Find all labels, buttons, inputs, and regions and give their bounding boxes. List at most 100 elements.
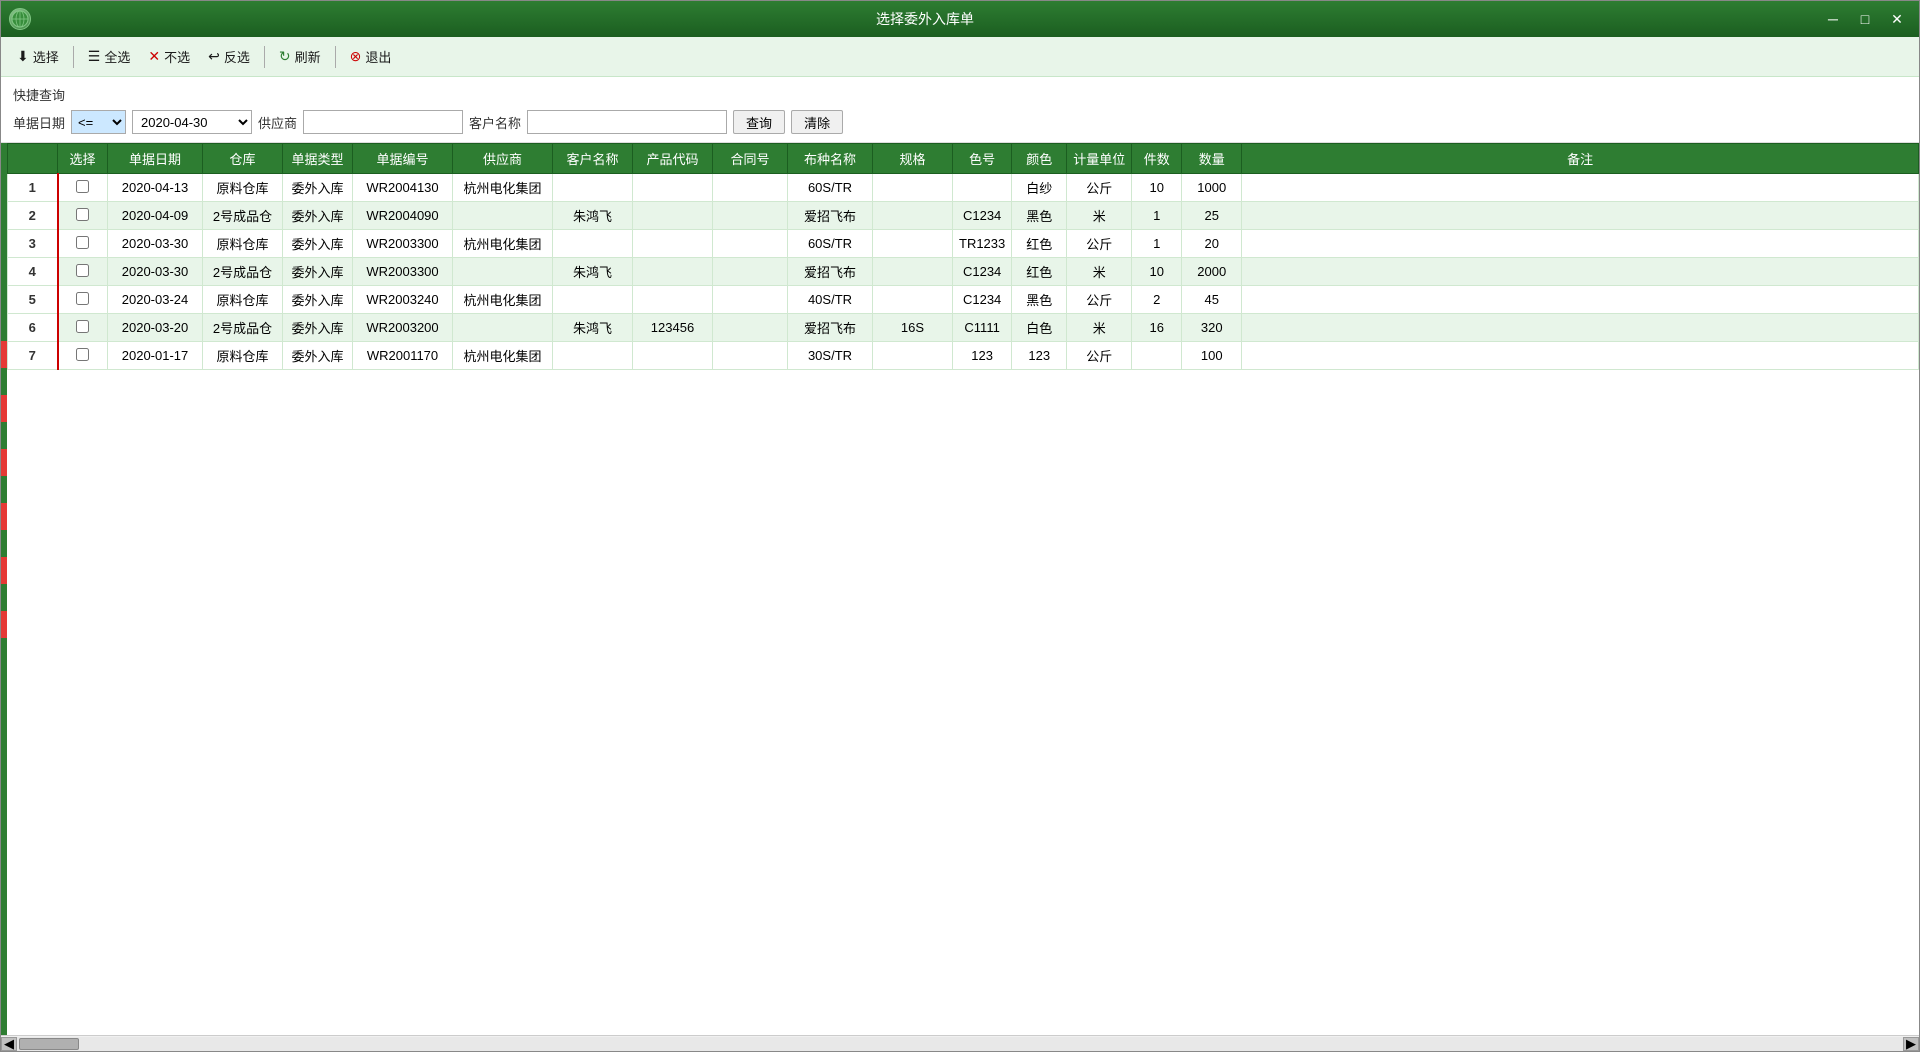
row-number: 2 (8, 202, 58, 230)
row-checkbox[interactable] (76, 320, 89, 333)
row-checkbox[interactable] (76, 292, 89, 305)
row-indicator-4 (1, 503, 7, 530)
row-docno: WR2004090 (353, 202, 453, 230)
row-prodcode (633, 174, 713, 202)
row-qty: 25 (1182, 202, 1242, 230)
selectall-icon: ☰ (88, 48, 101, 65)
row-fabric: 60S/TR (788, 174, 873, 202)
row-unit: 公斤 (1067, 174, 1132, 202)
row-spec (873, 174, 953, 202)
table-scroll-area[interactable]: 选择 单据日期 仓库 单据类型 单据编号 供应商 客户名称 产品代码 合同号 布… (1, 143, 1919, 1035)
query-button[interactable]: 查询 (733, 110, 785, 134)
row-prodcode: 123456 (633, 314, 713, 342)
row-checkbox[interactable] (76, 208, 89, 221)
row-type: 委外入库 (283, 342, 353, 370)
row-contract (713, 258, 788, 286)
row-checkbox[interactable] (76, 264, 89, 277)
invert-button[interactable]: ↩ 反选 (200, 43, 258, 70)
row-customer (553, 174, 633, 202)
row-unit: 米 (1067, 202, 1132, 230)
row-colorcode: C1111 (953, 314, 1012, 342)
maximize-button[interactable]: □ (1851, 8, 1879, 30)
row-warehouse: 原料仓库 (203, 174, 283, 202)
row-spec (873, 202, 953, 230)
scroll-left-button[interactable]: ◀ (1, 1037, 17, 1051)
clear-button[interactable]: 清除 (791, 110, 843, 134)
supplier-input[interactable] (303, 110, 463, 134)
scrollbar-track (17, 1037, 1903, 1051)
selectall-button[interactable]: ☰ 全选 (80, 43, 139, 70)
row-checkbox-cell[interactable] (58, 258, 108, 286)
row-number: 1 (8, 174, 58, 202)
row-checkbox[interactable] (76, 180, 89, 193)
row-checkbox-cell[interactable] (58, 230, 108, 258)
row-color: 123 (1012, 342, 1067, 370)
deselect-button[interactable]: ✕ 不选 (140, 43, 198, 70)
row-date: 2020-03-20 (108, 314, 203, 342)
row-unit: 公斤 (1067, 342, 1132, 370)
row-unit: 米 (1067, 314, 1132, 342)
row-date: 2020-03-30 (108, 230, 203, 258)
row-warehouse: 原料仓库 (203, 230, 283, 258)
scrollbar-thumb[interactable] (19, 1038, 79, 1050)
row-prodcode (633, 342, 713, 370)
separator-3 (335, 46, 336, 68)
select-button[interactable]: ⬇ 选择 (9, 43, 67, 70)
row-remark (1242, 174, 1919, 202)
row-spec (873, 230, 953, 258)
row-checkbox-cell[interactable] (58, 314, 108, 342)
separator-1 (73, 46, 74, 68)
row-qty: 1000 (1182, 174, 1242, 202)
date-value-select[interactable]: 2020-04-30 (132, 110, 252, 134)
row-checkbox-cell[interactable] (58, 202, 108, 230)
deselect-label: 不选 (164, 47, 190, 66)
row-type: 委外入库 (283, 174, 353, 202)
th-fabric: 布种名称 (788, 144, 873, 174)
refresh-button[interactable]: ↻ 刷新 (271, 43, 329, 70)
row-prodcode (633, 258, 713, 286)
date-operator-select[interactable]: <= >= = < > (71, 110, 126, 134)
row-type: 委外入库 (283, 258, 353, 286)
row-prodcode (633, 286, 713, 314)
close-button[interactable]: ✕ (1883, 8, 1911, 30)
scroll-right-button[interactable]: ▶ (1903, 1037, 1919, 1051)
toolbar: ⬇ 选择 ☰ 全选 ✕ 不选 ↩ 反选 ↻ 刷新 ⊗ 退出 (1, 37, 1919, 77)
row-checkbox[interactable] (76, 236, 89, 249)
row-color: 白色 (1012, 314, 1067, 342)
row-pieces: 10 (1132, 174, 1182, 202)
th-prodcode: 产品代码 (633, 144, 713, 174)
row-colorcode: C1234 (953, 286, 1012, 314)
row-supplier (453, 258, 553, 286)
horizontal-scrollbar[interactable]: ◀ ▶ (1, 1035, 1919, 1051)
exit-icon: ⊗ (350, 48, 362, 65)
row-checkbox-cell[interactable] (58, 286, 108, 314)
table-container[interactable]: 选择 单据日期 仓库 单据类型 单据编号 供应商 客户名称 产品代码 合同号 布… (1, 143, 1919, 1035)
row-colorcode: C1234 (953, 258, 1012, 286)
th-remark: 备注 (1242, 144, 1919, 174)
select-icon: ⬇ (17, 48, 29, 65)
th-unit: 计量单位 (1067, 144, 1132, 174)
row-checkbox-cell[interactable] (58, 174, 108, 202)
row-checkbox[interactable] (76, 348, 89, 361)
customer-input[interactable] (527, 110, 727, 134)
row-customer (553, 230, 633, 258)
minimize-button[interactable]: ─ (1819, 8, 1847, 30)
row-type: 委外入库 (283, 286, 353, 314)
row-remark (1242, 286, 1919, 314)
row-spec (873, 342, 953, 370)
row-indicator-6 (1, 611, 7, 638)
row-fabric: 40S/TR (788, 286, 873, 314)
th-contract: 合同号 (713, 144, 788, 174)
row-number: 6 (8, 314, 58, 342)
row-contract (713, 286, 788, 314)
exit-label: 退出 (365, 47, 391, 66)
row-checkbox-cell[interactable] (58, 342, 108, 370)
exit-button[interactable]: ⊗ 退出 (342, 43, 400, 70)
row-docno: WR2001170 (353, 342, 453, 370)
filter-row: 单据日期 <= >= = < > 2020-04-30 供应商 客户名称 查询 … (13, 110, 1907, 134)
main-window: 选择委外入库单 ─ □ ✕ ⬇ 选择 ☰ 全选 ✕ 不选 ↩ 反选 ↻ 刷新 (0, 0, 1920, 1052)
row-fabric: 爱招飞布 (788, 258, 873, 286)
row-supplier (453, 202, 553, 230)
row-number: 7 (8, 342, 58, 370)
invert-icon: ↩ (208, 48, 220, 65)
